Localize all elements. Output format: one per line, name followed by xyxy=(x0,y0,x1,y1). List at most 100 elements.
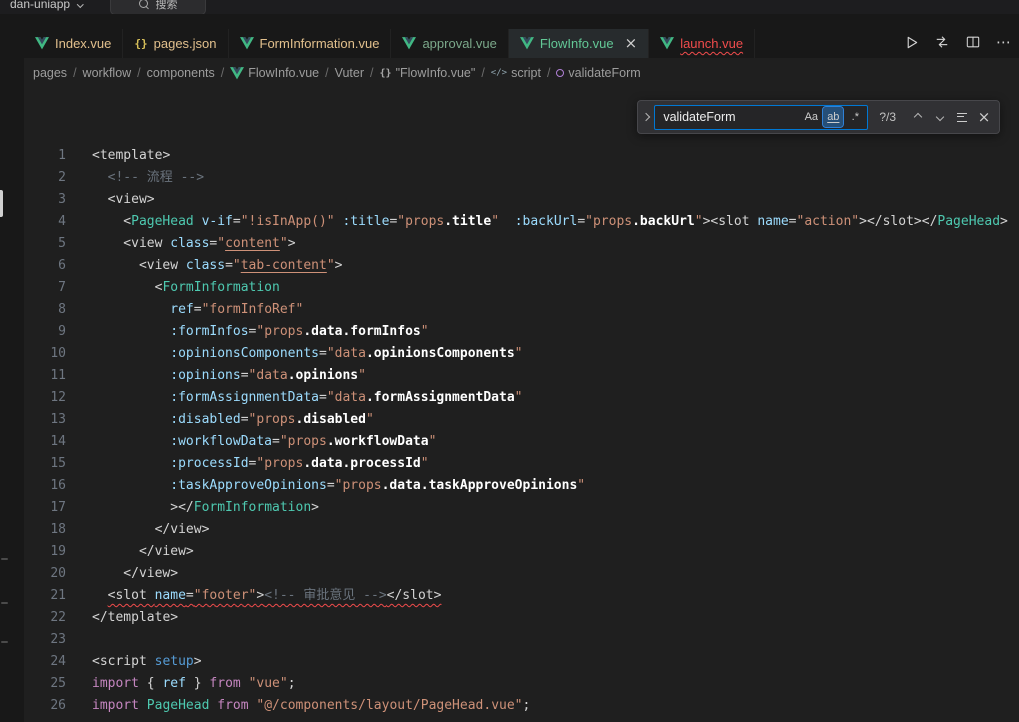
split-editor-button[interactable] xyxy=(964,33,982,51)
code-line[interactable]: 9 :formInfos="props.data.formInfos" xyxy=(24,321,1019,343)
line-content[interactable]: <!-- 流程 --> xyxy=(92,167,204,189)
toggle-replace-button[interactable] xyxy=(638,101,654,133)
close-tab-icon[interactable]: × xyxy=(625,36,638,51)
line-number[interactable]: 18 xyxy=(24,519,66,541)
line-content[interactable]: </template> xyxy=(92,607,178,629)
code-line[interactable]: 1 <template> xyxy=(24,145,1019,167)
line-number[interactable]: 20 xyxy=(24,563,66,585)
tab-index-vue[interactable]: Index.vue xyxy=(24,29,123,58)
next-match-button[interactable] xyxy=(929,106,951,128)
code-line[interactable]: 15 :processId="props.data.processId" xyxy=(24,453,1019,475)
breadcrumb-item-pages[interactable]: pages xyxy=(33,66,67,80)
breadcrumb-item-validateform[interactable]: validateForm xyxy=(556,66,640,80)
line-number[interactable]: 19 xyxy=(24,541,66,563)
line-content[interactable]: <view class="tab-content"> xyxy=(92,255,342,277)
code-line[interactable]: 25import { ref } from "vue"; xyxy=(24,673,1019,695)
tab-approval-vue[interactable]: approval.vue xyxy=(391,29,508,58)
line-number[interactable]: 2 xyxy=(24,167,66,189)
line-number[interactable]: 15 xyxy=(24,453,66,475)
code-line[interactable]: 6 <view class="tab-content"> xyxy=(24,255,1019,277)
line-number[interactable]: 5 xyxy=(24,233,66,255)
breadcrumb-item-flowinfo-vue[interactable]: FlowInfo.vue xyxy=(230,66,319,80)
code-line[interactable]: 13 :disabled="props.disabled" xyxy=(24,409,1019,431)
line-number[interactable]: 21 xyxy=(24,585,66,607)
find-input[interactable] xyxy=(663,110,799,124)
command-center-search[interactable]: 搜索 xyxy=(110,0,206,14)
line-number[interactable]: 25 xyxy=(24,673,66,695)
tab-launch-vue[interactable]: launch.vue xyxy=(649,29,755,58)
line-content[interactable]: :disabled="props.disabled" xyxy=(92,409,374,431)
tab-forminformation-vue[interactable]: FormInformation.vue xyxy=(229,29,392,58)
code-line[interactable]: 19</view> xyxy=(24,541,1019,563)
editor[interactable]: Aaab.* ?/3 × 1<template>2<!-- 流程 -->3<vi… xyxy=(24,88,1019,722)
line-content[interactable]: <view class="content"> xyxy=(92,233,296,255)
line-number[interactable]: 24 xyxy=(24,651,66,673)
tab-flowinfo-vue[interactable]: FlowInfo.vue× xyxy=(509,29,649,58)
code-line[interactable]: 21 <slot name="footer"><!-- 审批意见 --></slo… xyxy=(24,585,1019,607)
run-button[interactable] xyxy=(902,33,920,51)
code-line[interactable]: 4 <PageHead v-if="!isInApp()" :title="pro… xyxy=(24,211,1019,233)
code-line[interactable]: 18 </view> xyxy=(24,519,1019,541)
find-in-selection-button[interactable] xyxy=(951,106,973,128)
line-content[interactable]: :processId="props.data.processId" xyxy=(92,453,429,475)
code-line[interactable]: 22 </template> xyxy=(24,607,1019,629)
breadcrumb-item-script[interactable]: </>script xyxy=(491,66,541,80)
code-line[interactable]: 2 <!-- 流程 --> xyxy=(24,167,1019,189)
close-find-button[interactable]: × xyxy=(973,106,995,128)
open-changes-button[interactable] xyxy=(933,33,951,51)
breadcrumb-item--flowinfo-vue-[interactable]: {}"FlowInfo.vue" xyxy=(380,66,476,80)
chevron-down-icon[interactable] xyxy=(77,1,83,7)
tab-pages-json[interactable]: {}pages.json xyxy=(123,29,228,58)
line-number[interactable]: 23 xyxy=(24,629,66,651)
code-line[interactable]: 11 :opinions="data.opinions" xyxy=(24,365,1019,387)
more-actions-button[interactable]: ⋯ xyxy=(995,33,1013,51)
line-number[interactable]: 4 xyxy=(24,211,66,233)
line-number[interactable]: 8 xyxy=(24,299,66,321)
breadcrumb-item-components[interactable]: components xyxy=(147,66,215,80)
line-number[interactable]: 22 xyxy=(24,607,66,629)
line-content[interactable]: <slot name="footer"><!-- 审批意见 --></slot> xyxy=(92,585,441,607)
line-content[interactable]: :taskApproveOpinions="props.data.taskApp… xyxy=(92,475,585,497)
code-line[interactable]: 10:opinionsComponents="data.opinionsComp… xyxy=(24,343,1019,365)
line-content[interactable]: ref="formInfoRef" xyxy=(92,299,303,321)
line-number[interactable]: 3 xyxy=(24,189,66,211)
line-content[interactable]: :opinions="data.opinions" xyxy=(92,365,366,387)
code-line[interactable]: 23 xyxy=(24,629,1019,651)
line-number[interactable]: 6 xyxy=(24,255,66,277)
line-content[interactable]: import PageHead from "@/components/layou… xyxy=(92,695,530,717)
line-content[interactable]: <template> xyxy=(92,145,170,167)
code-line[interactable]: 8 ref="formInfoRef" xyxy=(24,299,1019,321)
code-line[interactable]: 24 <script setup> xyxy=(24,651,1019,673)
line-number[interactable]: 16 xyxy=(24,475,66,497)
breadcrumb-item-workflow[interactable]: workflow xyxy=(83,66,132,80)
line-content[interactable]: <FormInformation xyxy=(92,277,280,299)
line-number[interactable]: 1 xyxy=(24,145,66,167)
code-line[interactable]: 16 :taskApproveOpinions="props.data.taskA… xyxy=(24,475,1019,497)
line-number[interactable]: 12 xyxy=(24,387,66,409)
line-number[interactable]: 11 xyxy=(24,365,66,387)
code-line[interactable]: 5 <view class="content"> xyxy=(24,233,1019,255)
line-number[interactable]: 9 xyxy=(24,321,66,343)
find-toggle-match-case[interactable]: Aa xyxy=(801,107,821,127)
code-line[interactable]: 12 :formAssignmentData="data.formAssignme… xyxy=(24,387,1019,409)
line-content[interactable]: :formAssignmentData="data.formAssignment… xyxy=(92,387,523,409)
code-line[interactable]: 26 import PageHead from "@/components/lay… xyxy=(24,695,1019,717)
breadcrumb-item-vuter[interactable]: Vuter xyxy=(335,66,364,80)
line-content[interactable]: ></FormInformation> xyxy=(92,497,319,519)
code-area[interactable]: 1 <template> 2 <!-- 流程 -->3<view>4 <PageHead… xyxy=(24,88,1019,717)
line-number[interactable]: 14 xyxy=(24,431,66,453)
line-content[interactable]: <script setup> xyxy=(92,651,202,673)
find-toggle-whole-word[interactable]: ab xyxy=(823,107,843,127)
line-content[interactable]: :formInfos="props.data.formInfos" xyxy=(92,321,429,343)
line-number[interactable]: 26 xyxy=(24,695,66,717)
find-toggle-regex[interactable]: .* xyxy=(845,107,865,127)
line-number[interactable]: 7 xyxy=(24,277,66,299)
line-content[interactable]: </view> xyxy=(92,519,209,541)
code-line[interactable]: 14:workflowData="props.workflowData" xyxy=(24,431,1019,453)
previous-match-button[interactable] xyxy=(907,106,929,128)
line-number[interactable]: 17 xyxy=(24,497,66,519)
code-line[interactable]: 17 ></FormInformation> xyxy=(24,497,1019,519)
line-number[interactable]: 13 xyxy=(24,409,66,431)
code-line[interactable]: 3<view> xyxy=(24,189,1019,211)
line-content[interactable]: <PageHead v-if="!isInApp()" :title="prop… xyxy=(92,211,1008,233)
